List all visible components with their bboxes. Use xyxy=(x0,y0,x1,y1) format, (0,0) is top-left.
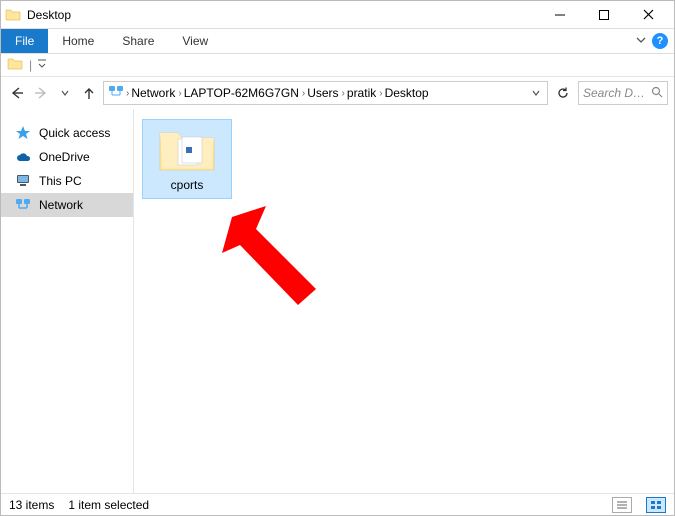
view-details-button[interactable] xyxy=(612,497,632,513)
up-button[interactable] xyxy=(79,83,99,103)
main-area: Quick access OneDrive This PC Network xyxy=(1,109,674,493)
view-large-icons-button[interactable] xyxy=(646,497,666,513)
folder-small-icon xyxy=(7,57,23,74)
cloud-icon xyxy=(15,149,31,165)
tab-view[interactable]: View xyxy=(168,29,222,53)
search-input[interactable]: Search De... xyxy=(578,81,668,105)
recent-locations-dropdown[interactable] xyxy=(55,83,75,103)
folder-icon xyxy=(5,7,21,23)
search-placeholder: Search De... xyxy=(583,86,647,100)
network-icon xyxy=(15,197,31,213)
title-bar: Desktop xyxy=(1,1,674,29)
tab-file[interactable]: File xyxy=(1,29,48,53)
address-row: › Network› LAPTOP-62M6G7GN› Users› prati… xyxy=(1,77,674,109)
breadcrumb-network[interactable]: Network› xyxy=(131,86,181,100)
minimize-button[interactable] xyxy=(538,1,582,29)
nav-label: Network xyxy=(39,198,83,212)
nav-this-pc[interactable]: This PC xyxy=(1,169,133,193)
content-pane[interactable]: cports xyxy=(134,109,674,493)
network-icon xyxy=(108,85,124,102)
breadcrumb-laptop[interactable]: LAPTOP-62M6G7GN› xyxy=(184,86,306,100)
nav-label: Quick access xyxy=(39,126,110,140)
help-button[interactable]: ? xyxy=(652,33,668,49)
window-title: Desktop xyxy=(27,8,71,22)
close-button[interactable] xyxy=(626,1,670,29)
nav-label: OneDrive xyxy=(39,150,90,164)
ribbon: File Home Share View ? xyxy=(1,29,674,54)
back-button[interactable] xyxy=(7,83,27,103)
qat-separator: | xyxy=(29,58,32,72)
nav-network[interactable]: Network xyxy=(1,193,133,217)
status-selection: 1 item selected xyxy=(68,498,149,512)
nav-label: This PC xyxy=(39,174,82,188)
collapse-ribbon-icon[interactable] xyxy=(636,34,646,48)
status-bar: 13 items 1 item selected xyxy=(1,493,674,515)
navigation-pane: Quick access OneDrive This PC Network xyxy=(1,109,134,493)
maximize-button[interactable] xyxy=(582,1,626,29)
nav-onedrive[interactable]: OneDrive xyxy=(1,145,133,169)
breadcrumb-desktop[interactable]: Desktop xyxy=(385,86,429,100)
address-bar[interactable]: › Network› LAPTOP-62M6G7GN› Users› prati… xyxy=(103,81,548,105)
folder-item-cports[interactable]: cports xyxy=(142,119,232,199)
quick-access-toolbar: | xyxy=(1,54,674,77)
folder-large-icon xyxy=(157,124,217,174)
qat-dropdown-icon[interactable] xyxy=(38,58,46,72)
breadcrumb-sep[interactable]: › xyxy=(126,88,129,99)
pc-icon xyxy=(15,173,31,189)
address-dropdown-icon[interactable] xyxy=(529,86,543,100)
status-items-count: 13 items xyxy=(9,498,54,512)
star-icon xyxy=(15,125,31,141)
search-icon xyxy=(651,86,663,101)
breadcrumb-users[interactable]: Users› xyxy=(307,86,345,100)
item-label: cports xyxy=(171,178,204,192)
forward-button[interactable] xyxy=(31,83,51,103)
tab-share[interactable]: Share xyxy=(108,29,168,53)
breadcrumb-pratik[interactable]: pratik› xyxy=(347,86,383,100)
refresh-button[interactable] xyxy=(552,82,574,104)
nav-quick-access[interactable]: Quick access xyxy=(1,121,133,145)
tab-home[interactable]: Home xyxy=(48,29,108,53)
